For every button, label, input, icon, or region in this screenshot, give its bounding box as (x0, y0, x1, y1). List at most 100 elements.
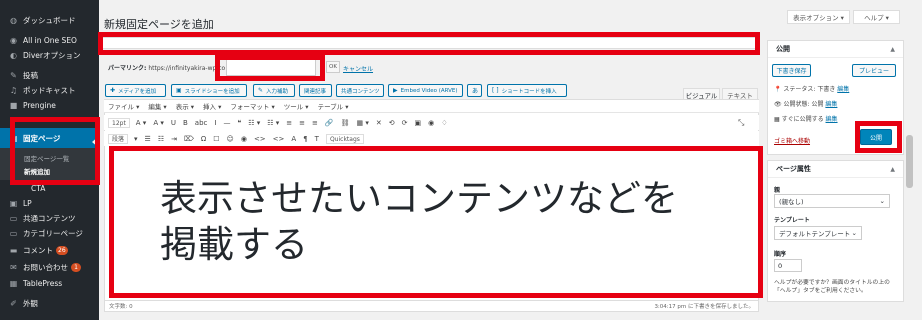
button-glyph-icon: ▶ (393, 87, 398, 94)
slug-ok-button[interactable]: OK (326, 61, 340, 73)
toolbar-button-icon[interactable]: I (214, 119, 216, 127)
order-input[interactable]: 0 (774, 259, 802, 272)
sidebar-item-tablepress[interactable]: ▦ TablePress (0, 273, 99, 293)
toolbar-button-icon[interactable]: ☷ (158, 135, 164, 143)
scrollbar-thumb[interactable] (906, 135, 913, 188)
toolbar-button-icon[interactable]: ✕ (376, 119, 382, 127)
quicktags-select[interactable]: Quicktags (325, 133, 364, 144)
editor-menu-item[interactable]: ツール ▾ (284, 101, 309, 111)
toolbar-button-icon[interactable]: A ▾ (136, 119, 147, 127)
toolbar-button-icon[interactable]: ❝ (237, 119, 241, 127)
toolbar-button-icon[interactable]: ⛓ (341, 119, 350, 127)
sidebar-item-appearance[interactable]: ✐ 外観 (0, 293, 99, 313)
editor-content[interactable]: 表示させたいコンテンツなどを 掲載する (160, 176, 678, 268)
sidebar-item-page[interactable]: ▤ 固定ページ (0, 128, 99, 148)
toolbar-button-icon[interactable]: ⌦ (184, 135, 194, 143)
toolbar-button-icon[interactable]: T (315, 135, 319, 143)
status-edit-link[interactable]: 編集 (837, 86, 849, 93)
toolbar-button-icon[interactable]: — (223, 119, 230, 127)
editor-menu-item[interactable]: 表示 ▾ (176, 101, 194, 111)
media-button-0[interactable]: ✚ メディアを追加 (105, 84, 166, 97)
toolbar-button-icon[interactable]: ☷ ▾ (267, 119, 279, 127)
toolbar-button-icon[interactable]: <> (273, 135, 285, 143)
slug-input[interactable] (226, 58, 316, 76)
parent-select[interactable]: (親なし) ⌄ (774, 194, 890, 208)
font-size-select[interactable]: 12pt (108, 117, 130, 128)
sidebar-item-cta[interactable]: CTA (0, 181, 99, 195)
screen-options-tab[interactable]: 表示オプション ▾ (787, 10, 850, 24)
sidebar-item-diver[interactable]: ◐ Diverオプション (0, 45, 99, 65)
page-attributes-header[interactable]: ページ属性 ▲ (768, 161, 903, 178)
editor-menu-item[interactable]: 挿入 ▾ (203, 101, 221, 111)
submenu-all-pages[interactable]: 固定ページ一覧 (24, 153, 69, 163)
collapse-caret-icon[interactable]: ▲ (890, 166, 895, 173)
media-button-4[interactable]: 共通コンテンツ (336, 84, 384, 97)
collapse-caret-icon[interactable]: ▲ (890, 46, 895, 53)
toolbar-button-icon[interactable]: ≡ (312, 119, 318, 127)
media-button-7[interactable]: [ ] ショートコードを挿入 (487, 84, 567, 97)
toolbar-button-icon[interactable]: ⟲ (389, 119, 395, 127)
fullscreen-icon[interactable]: ⤡ (738, 118, 744, 128)
help-tab[interactable]: ヘルプ ▾ (853, 10, 900, 24)
toolbar-button-icon[interactable]: <> (254, 135, 266, 143)
media-button-label: ショートコードを挿入 (501, 88, 557, 95)
prengine-icon: ■ (9, 100, 18, 110)
toolbar-button-icon[interactable]: ⟳ (402, 119, 408, 127)
chevron-down-icon: ⌄ (851, 229, 857, 237)
sidebar-item-label: コメント (23, 245, 53, 255)
media-button-2[interactable]: ✎ 入力補助 (253, 84, 295, 97)
toolbar-button-icon[interactable]: ☰ (145, 135, 151, 143)
toolbar-button-icon[interactable]: ▦ ▾ (357, 119, 369, 127)
toolbar-button-icon[interactable]: U (171, 119, 176, 127)
toolbar-button-icon[interactable]: ☺ (227, 135, 234, 143)
visibility-edit-link[interactable]: 編集 (825, 101, 837, 108)
editor-menu-item[interactable]: 編集 ▾ (148, 101, 166, 111)
toolbar-button-icon[interactable]: ☷ ▾ (248, 119, 260, 127)
media-button-5[interactable]: ▶ Embed Video (ARVE) (388, 84, 463, 97)
template-select[interactable]: デフォルトテンプレート ⌄ (774, 226, 862, 240)
mail-icon: ✉ (10, 262, 17, 272)
slug-cancel-link[interactable]: キャンセル (343, 64, 373, 73)
media-button-3[interactable]: 関連記事 (299, 84, 332, 97)
button-glyph-icon: ▣ (176, 87, 182, 94)
media-button-label: スライドショーを追加 (184, 88, 240, 95)
save-draft-button[interactable]: 下書き保存 (772, 64, 811, 77)
lp-icon: ▣ (9, 198, 18, 208)
toolbar-button-icon[interactable]: ▾ (134, 135, 138, 143)
toolbar-button-icon[interactable]: A ▾ (153, 119, 164, 127)
media-button-1[interactable]: ▣ スライドショーを追加 (171, 84, 247, 97)
toolbar-button-icon[interactable]: ◉ (241, 135, 247, 143)
toolbar-button-icon[interactable]: ≡ (286, 119, 292, 127)
title-input[interactable] (101, 37, 756, 49)
paragraph-format-select[interactable]: 段落 (108, 133, 129, 144)
toolbar-button-icon[interactable]: abc (195, 119, 208, 127)
editor-menu-item[interactable]: テーブル ▾ (318, 101, 349, 111)
editor-menu-item[interactable]: フォーマット ▾ (230, 101, 274, 111)
content-line-1: 表示させたいコンテンツなどを (160, 177, 678, 220)
media-button-6[interactable]: あ (467, 84, 482, 97)
toolbar-button-icon[interactable]: ☐ (213, 135, 219, 143)
toolbar-button-icon[interactable]: Ω (201, 135, 206, 143)
trash-link[interactable]: ゴミ箱へ移動 (774, 136, 810, 145)
sidebar-item-label: ダッシュボード (23, 15, 76, 25)
media-button-label: メディアを追加 (118, 88, 157, 95)
toolbar-button-icon[interactable]: ♢ (441, 119, 447, 127)
editor-menu-item[interactable]: ファイル ▾ (108, 101, 139, 111)
toolbar-button-icon[interactable]: 🔗 (325, 119, 334, 127)
toolbar-button-icon[interactable]: ◉ (428, 119, 434, 127)
sidebar-item-dashboard[interactable]: ◍ ダッシュボード (0, 10, 99, 30)
parent-value: (親なし) (779, 198, 804, 206)
toolbar-button-icon[interactable]: ⇥ (171, 135, 177, 143)
toolbar-button-icon[interactable]: ≡ (299, 119, 305, 127)
toolbar-button-icon[interactable]: ▣ (415, 119, 422, 127)
sidebar-item-prengine[interactable]: ■ Prengine (0, 95, 99, 115)
schedule-edit-link[interactable]: 編集 (826, 116, 838, 123)
publish-button[interactable]: 公開 (860, 129, 892, 145)
submenu-add-new[interactable]: 新規追加 (24, 166, 50, 176)
toolbar-button-icon[interactable]: B (183, 119, 188, 127)
schedule-line: ▦ すぐに公開する 編集 (774, 114, 838, 123)
publish-box-header[interactable]: 公開 ▲ (768, 41, 903, 58)
preview-button[interactable]: プレビュー (852, 64, 896, 77)
toolbar-button-icon[interactable]: ¶ (303, 135, 307, 143)
toolbar-button-icon[interactable]: A (291, 135, 296, 143)
